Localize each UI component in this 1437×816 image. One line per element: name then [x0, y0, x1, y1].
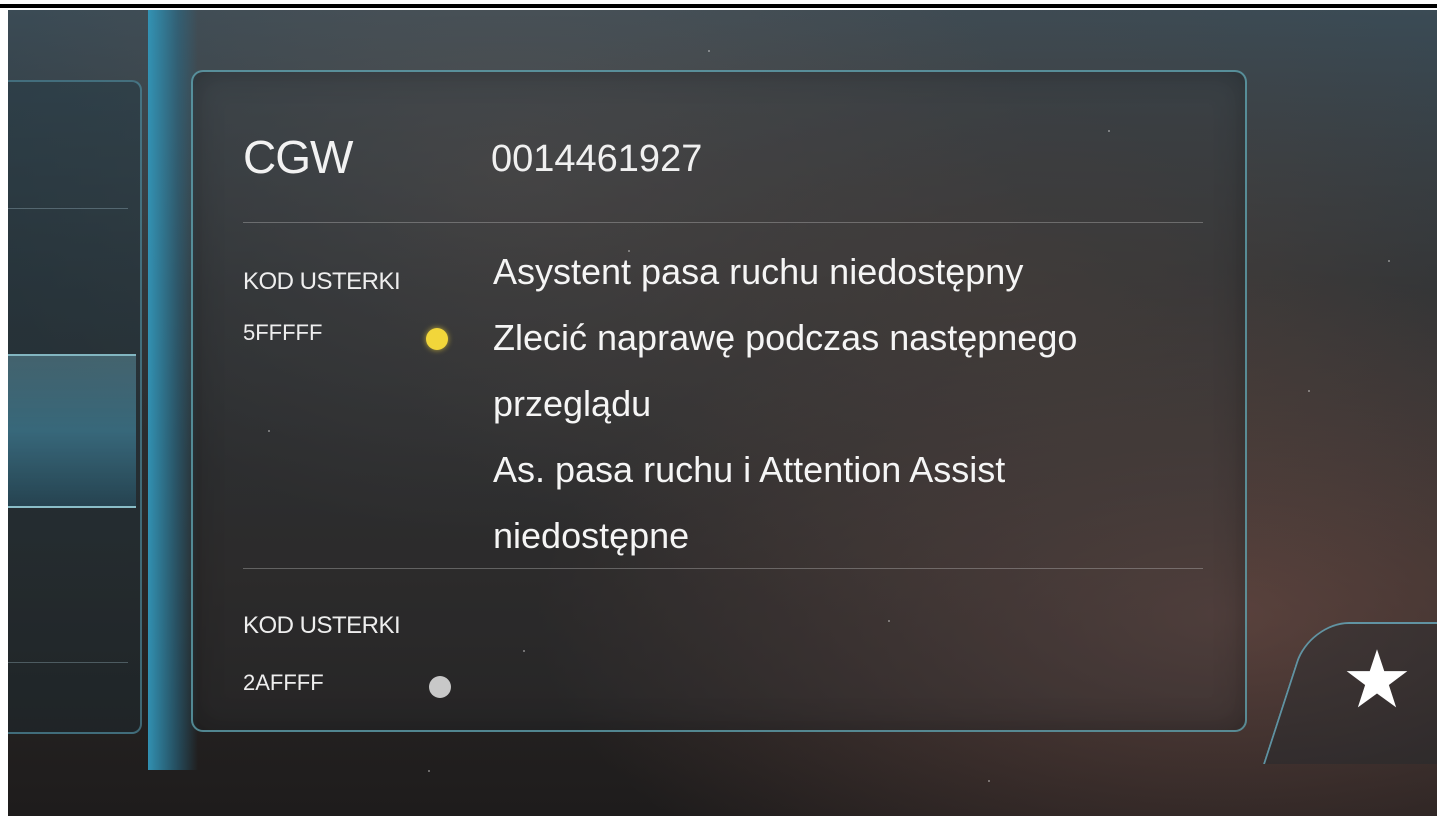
- dust-speck: [428, 770, 430, 772]
- dust-speck: [1108, 130, 1110, 132]
- dust-speck: [628, 250, 630, 252]
- fault-message: Asystent pasa ruchu niedostępny: [493, 251, 1024, 292]
- dust-speck: [268, 430, 270, 432]
- photo-frame: CGW 0014461927 KOD USTERKI 5FFFFF Asyste…: [0, 0, 1437, 816]
- ecu-part-number: 0014461927: [491, 138, 703, 180]
- fault-message: Zlecić naprawę podczas następnego: [493, 317, 1078, 358]
- left-panel-divider: [8, 662, 128, 663]
- fault-status-dot-yellow: [426, 328, 448, 350]
- dust-speck: [1308, 390, 1310, 392]
- fault-label: KOD USTERKI: [243, 268, 401, 295]
- header-divider: [243, 222, 1203, 223]
- dust-speck: [523, 650, 525, 652]
- fault-code: 2AFFFF: [243, 670, 324, 695]
- dust-speck: [1388, 260, 1390, 262]
- fault-label: KOD USTERKI: [243, 612, 401, 639]
- fault-status-dot-grey: [429, 676, 451, 698]
- fault-message: niedostępne: [493, 515, 690, 556]
- left-panel-divider: [8, 208, 128, 209]
- dust-speck: [988, 780, 990, 782]
- left-panel-selection: [8, 354, 136, 508]
- previous-ecu-card[interactable]: [8, 80, 142, 734]
- star-icon[interactable]: [1344, 646, 1410, 712]
- dust-speck: [708, 50, 710, 52]
- ecu-name: CGW: [243, 131, 353, 183]
- infotainment-screen: CGW 0014461927 KOD USTERKI 5FFFFF Asyste…: [8, 10, 1437, 816]
- ecu-fault-card[interactable]: CGW 0014461927 KOD USTERKI 5FFFFF Asyste…: [191, 70, 1247, 732]
- top-border-line: [0, 4, 1437, 8]
- fault-message: przeglądu: [493, 383, 652, 424]
- fault-divider: [243, 568, 1203, 569]
- fault-code: 5FFFFF: [243, 320, 323, 345]
- fault-message: As. pasa ruchu i Attention Assist: [493, 449, 1006, 490]
- dust-speck: [888, 620, 890, 622]
